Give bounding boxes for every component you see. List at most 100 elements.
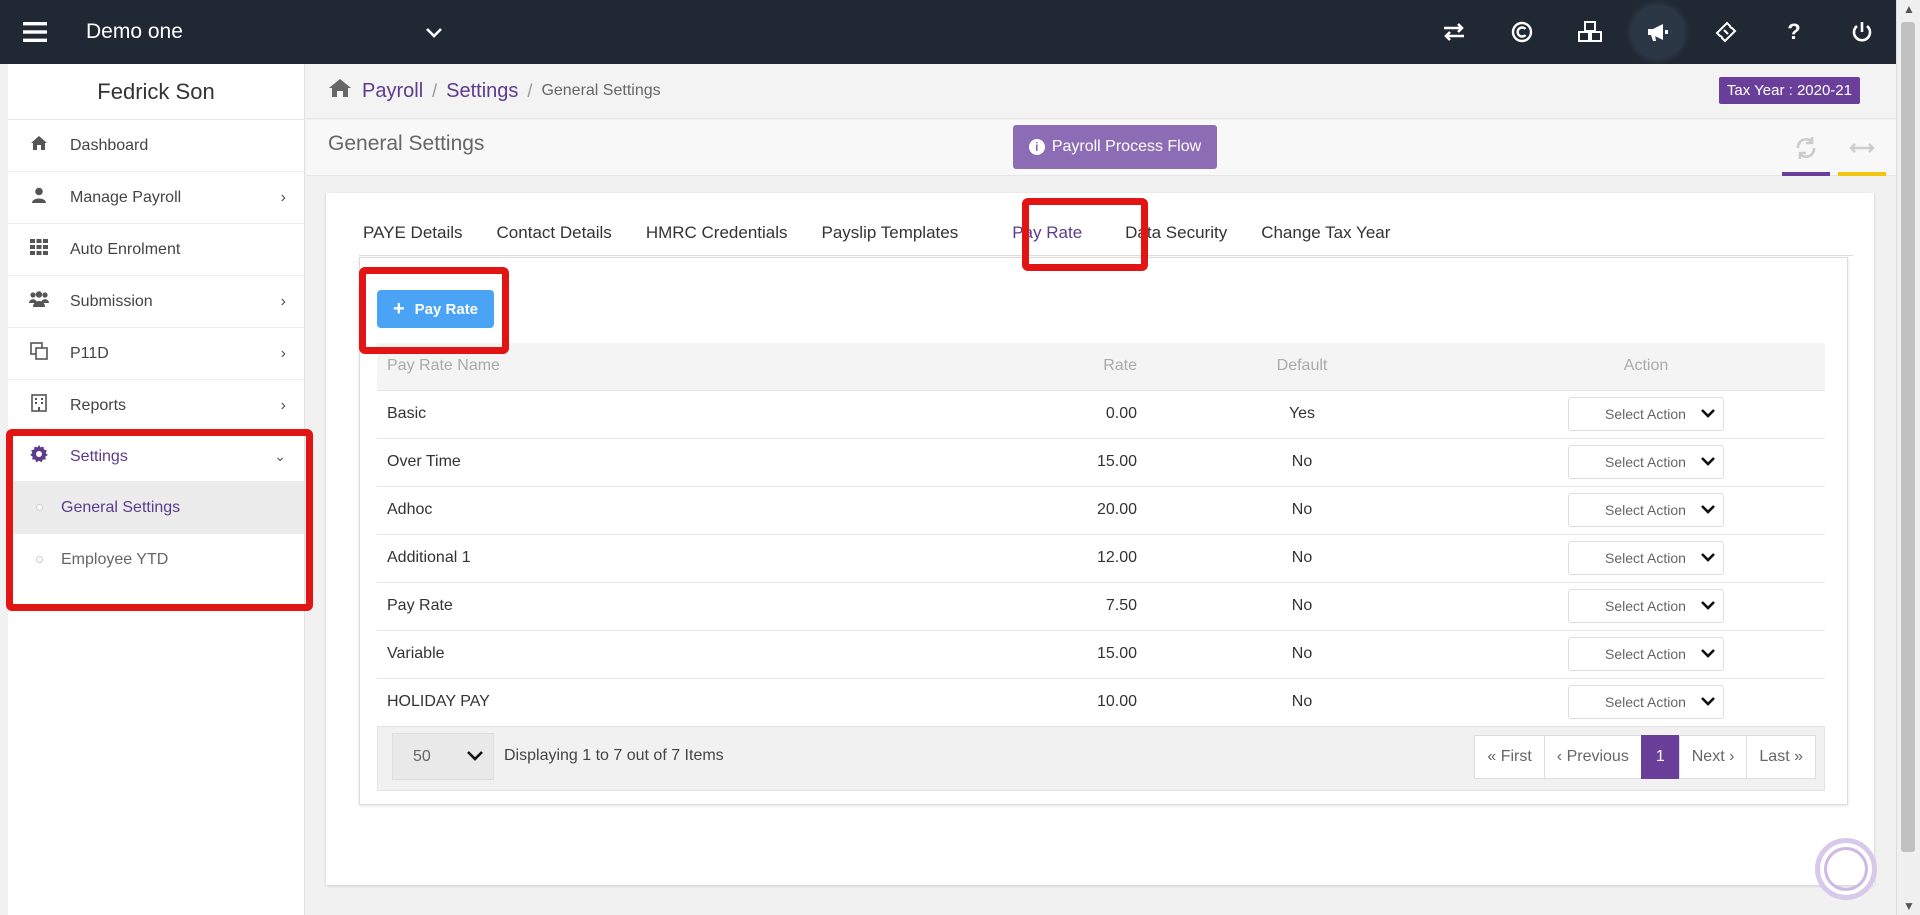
cubes-icon[interactable] (1556, 0, 1624, 64)
table-header-row: Pay Rate Name Rate Default Action (377, 343, 1825, 390)
tree-dot (36, 556, 43, 563)
pay-rate-panel: + Pay Rate Pay Rate Name Rate Default Ac… (359, 257, 1848, 805)
chevron-down-icon (1701, 645, 1715, 663)
breadcrumb-separator: / (432, 80, 438, 101)
tab-payslip-templates[interactable]: Payslip Templates (805, 210, 976, 256)
tab-data-security[interactable]: Data Security (1108, 210, 1244, 256)
page-previous-button[interactable]: ‹ Previous (1543, 735, 1642, 779)
sidebar-item-settings[interactable]: Settings ⌄ (8, 432, 304, 482)
cell-action: Select Action (1467, 581, 1825, 630)
select-action-dropdown[interactable]: Select Action (1568, 493, 1724, 527)
column-header-default[interactable]: Default (1137, 343, 1467, 390)
chevron-down-icon (1701, 549, 1715, 567)
scrollbar-thumb[interactable] (1901, 22, 1915, 852)
sidebar-item-auto-enrolment[interactable]: Auto Enrolment (8, 224, 304, 276)
building-icon (28, 394, 50, 417)
sidebar-item-label: Reports (70, 396, 127, 414)
tax-year-badge[interactable]: Tax Year : 2020-21 (1718, 77, 1860, 104)
cell-default: No (1137, 533, 1467, 582)
cell-action: Select Action (1467, 677, 1825, 726)
sidebar-subitem-employee-ytd[interactable]: Employee YTD (8, 534, 304, 586)
ticket-icon[interactable] (1692, 0, 1760, 64)
select-action-label: Select Action (1605, 550, 1686, 566)
company-dropdown-chevron-icon[interactable] (426, 22, 442, 43)
select-action-dropdown[interactable]: Select Action (1568, 397, 1724, 431)
top-navbar: Demo one ? (0, 0, 1896, 64)
page-size-select[interactable]: 50 (392, 733, 494, 780)
page-number-current[interactable]: 1 (1640, 735, 1680, 779)
chevron-down-icon (467, 748, 483, 766)
sidebar-subitem-general-settings[interactable]: General Settings (8, 482, 304, 534)
copyright-icon[interactable] (1488, 0, 1556, 64)
cell-default: No (1137, 437, 1467, 486)
select-action-dropdown[interactable]: Select Action (1568, 541, 1724, 575)
cell-default: No (1137, 677, 1467, 726)
chevron-down-icon (1701, 597, 1715, 615)
cell-default: Yes (1137, 389, 1467, 438)
select-action-dropdown[interactable]: Select Action (1568, 445, 1724, 479)
sidebar-item-p11d[interactable]: P11D › (8, 328, 304, 380)
cell-rate: 15.00 (937, 437, 1137, 486)
swap-icon[interactable] (1420, 0, 1488, 64)
loading-spinner-icon (1815, 838, 1877, 900)
help-question-icon[interactable]: ? (1760, 0, 1828, 64)
scroll-down-arrow-icon[interactable]: ▼ (1897, 899, 1920, 913)
select-action-label: Select Action (1605, 646, 1686, 662)
chevron-down-icon (1701, 405, 1715, 423)
page-next-button[interactable]: Next › (1678, 735, 1748, 779)
pay-rate-table: Pay Rate Name Rate Default Action Basic 0… (377, 343, 1825, 726)
table-row: Additional 1 12.00 No Select Action (377, 533, 1825, 582)
expand-horizontal-icon[interactable] (1838, 120, 1886, 176)
tab-underline (359, 255, 1853, 256)
breadcrumb-settings-link[interactable]: Settings (446, 80, 518, 103)
sidebar-item-dashboard[interactable]: Dashboard (8, 120, 304, 172)
pagination-controls: « First ‹ Previous 1 Next › Last » (1474, 735, 1816, 779)
select-action-dropdown[interactable]: Select Action (1568, 589, 1724, 623)
add-pay-rate-button[interactable]: + Pay Rate (377, 290, 494, 328)
column-header-name[interactable]: Pay Rate Name (377, 343, 937, 390)
power-icon[interactable] (1828, 0, 1896, 64)
cell-action: Select Action (1467, 629, 1825, 678)
sidebar: Fedrick Son Dashboard Manage Payroll › A… (8, 64, 305, 915)
tab-pay-rate[interactable]: Pay Rate (975, 210, 1108, 256)
tab-paye-details[interactable]: PAYE Details (326, 210, 480, 256)
sidebar-subitem-label: Employee YTD (61, 551, 169, 568)
payroll-process-flow-button[interactable]: i Payroll Process Flow (1013, 125, 1217, 169)
column-header-rate[interactable]: Rate (937, 343, 1137, 390)
tab-contact-details[interactable]: Contact Details (480, 210, 629, 256)
settings-tabs: PAYE Details Contact Details HMRC Creden… (326, 210, 1407, 256)
page-last-button[interactable]: Last » (1746, 735, 1816, 779)
scroll-up-arrow-icon[interactable]: ▲ (1897, 2, 1920, 16)
cell-default: No (1137, 485, 1467, 534)
tab-change-tax-year[interactable]: Change Tax Year (1244, 210, 1407, 256)
megaphone-icon[interactable] (1624, 0, 1692, 64)
tree-dot (36, 504, 43, 511)
cell-rate: 12.00 (937, 533, 1137, 582)
cell-action: Select Action (1467, 437, 1825, 486)
cell-action: Select Action (1467, 533, 1825, 582)
user-icon (28, 187, 50, 208)
cell-pay-rate-name: Over Time (377, 437, 937, 486)
sidebar-item-submission[interactable]: Submission › (8, 276, 304, 328)
hamburger-menu-icon[interactable] (0, 0, 70, 64)
cell-rate: 0.00 (937, 389, 1137, 438)
home-icon[interactable] (328, 78, 352, 104)
select-action-dropdown[interactable]: Select Action (1568, 685, 1724, 720)
home-icon (28, 135, 50, 156)
tab-hmrc-credentials[interactable]: HMRC Credentials (629, 210, 805, 256)
cell-pay-rate-name: Pay Rate (377, 581, 937, 630)
cell-pay-rate-name: Basic (377, 389, 937, 438)
chevron-right-icon: › (280, 396, 286, 414)
sidebar-item-reports[interactable]: Reports › (8, 380, 304, 432)
cell-action: Select Action (1467, 389, 1825, 438)
refresh-icon[interactable] (1782, 120, 1830, 176)
table-row: Basic 0.00 Yes Select Action (377, 389, 1825, 438)
page-scrollbar[interactable]: ▲ ▼ (1896, 0, 1920, 915)
company-name[interactable]: Demo one (86, 20, 426, 44)
sidebar-item-manage-payroll[interactable]: Manage Payroll › (8, 172, 304, 224)
page-first-button[interactable]: « First (1474, 735, 1545, 779)
breadcrumb-payroll-link[interactable]: Payroll (362, 80, 423, 103)
table-row: HOLIDAY PAY 10.00 No Select Action (377, 677, 1825, 726)
info-icon: i (1028, 139, 1045, 155)
select-action-dropdown[interactable]: Select Action (1568, 637, 1724, 671)
